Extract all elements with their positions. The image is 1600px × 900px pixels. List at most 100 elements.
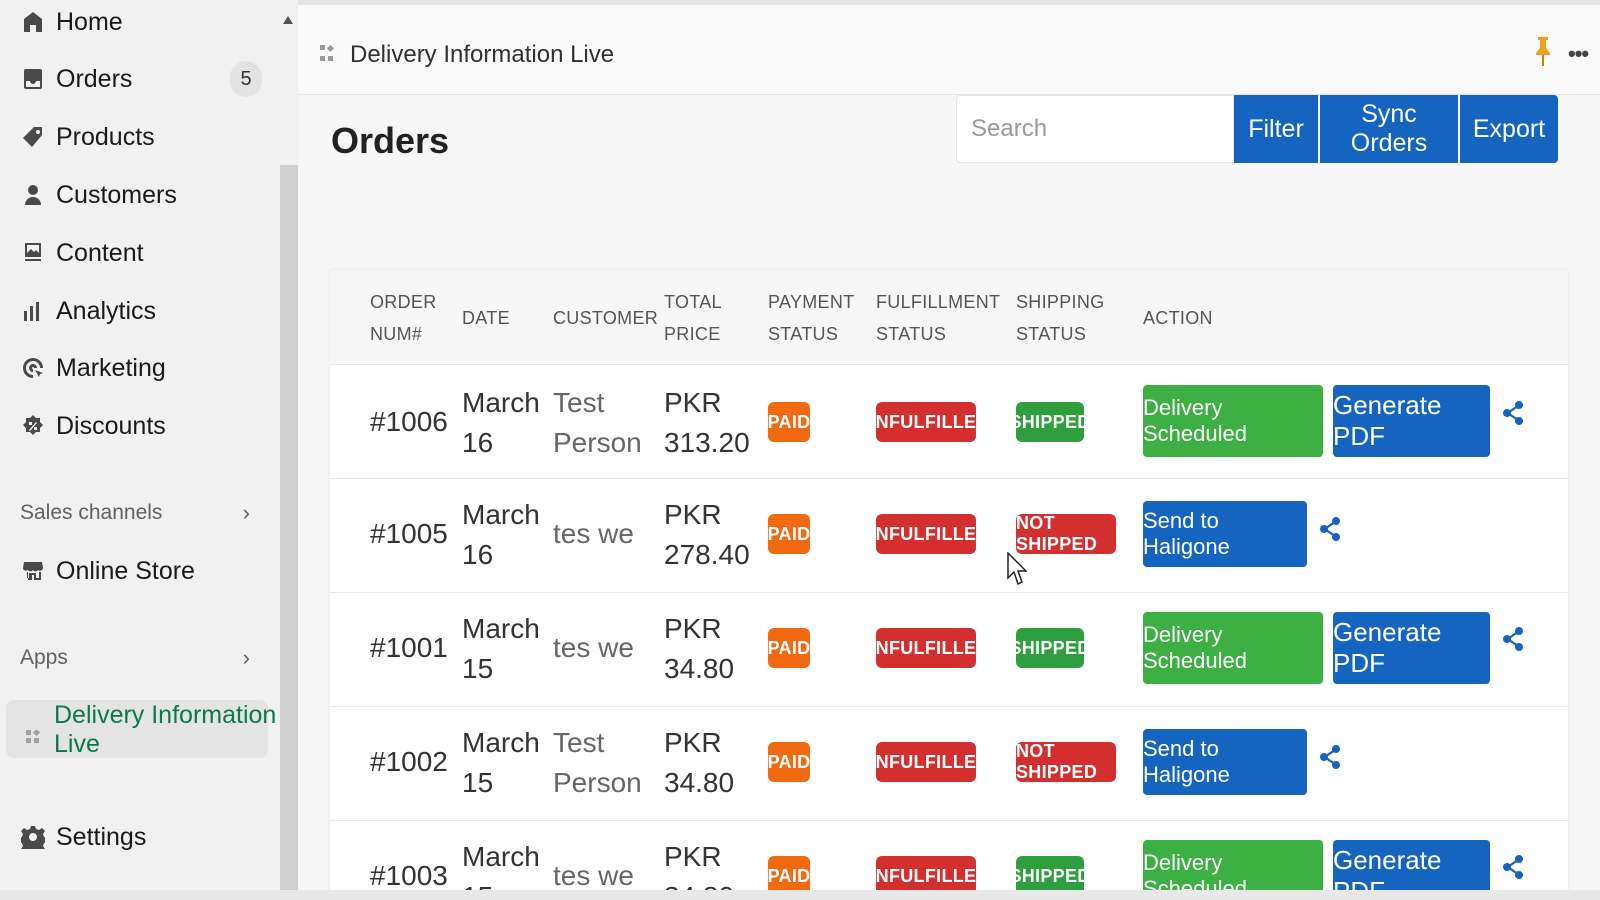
total-price: PKR 278.40 [664, 499, 750, 570]
payment-status-badge: PAID [768, 628, 810, 668]
orders-table: ORDER NUM# DATE CUSTOMER TOTAL PRICE PAYME… [330, 270, 1568, 900]
pin-icon[interactable] [1533, 37, 1553, 72]
table-row: #1006 March 16 Test Person PKR 313.20 PAID … [330, 365, 1568, 479]
sidebar-item-label: Home [56, 7, 123, 36]
payment-status-badge: PAID [768, 514, 810, 554]
sidebar-item-label: Delivery Information Live [54, 701, 277, 758]
fulfillment-status-badge: UNFULFILLED [862, 742, 989, 782]
shipping-status-badge: NOT SHIPPED [1016, 741, 1116, 782]
home-icon [20, 9, 46, 35]
app-grid-icon [26, 722, 41, 743]
chevron-right-icon: › [242, 500, 250, 525]
app-title: Delivery Information Live [350, 41, 615, 68]
customer-name: Test Person [553, 387, 642, 458]
sidebar-item-orders[interactable]: Orders 5 [20, 59, 270, 99]
app-grid-icon [320, 44, 335, 68]
payment-status-badge: PAID [768, 402, 810, 442]
app-header: Delivery Information Live ••• [298, 0, 1600, 95]
order-number[interactable]: #1001 [370, 628, 448, 668]
order-date: March 16 [462, 499, 540, 570]
send-to-haligone-button[interactable]: Send to Haligone [1143, 729, 1307, 795]
order-number[interactable]: #1006 [370, 402, 448, 442]
filter-button[interactable]: Filter [1234, 95, 1318, 163]
col-shipping-status: SHIPPING STATUS [1016, 292, 1105, 344]
col-action: ACTION [1143, 308, 1213, 328]
export-button[interactable]: Export [1460, 95, 1558, 163]
tag-icon [20, 124, 46, 150]
share-icon[interactable] [1502, 627, 1524, 651]
fulfillment-status-badge: UNFULFILLED [862, 628, 989, 668]
sidebar-item-online-store[interactable]: Online Store [20, 551, 270, 591]
page-title: Orders [331, 120, 450, 161]
generate-pdf-button[interactable]: Generate PDF [1333, 612, 1490, 684]
sidebar-item-label: Orders [56, 64, 133, 93]
customer-name: tes we [553, 632, 634, 663]
store-icon [20, 558, 46, 584]
sales-channels-label: Sales channels [20, 501, 163, 524]
main-content: Orders Filter Sync Orders Export ORDERNU… [298, 95, 1600, 900]
sidebar-item-label: Analytics [56, 296, 157, 325]
sidebar-item-discounts[interactable]: Discounts [20, 406, 270, 446]
bar-chart-icon [20, 298, 46, 324]
fulfillment-status-badge: UNFULFILLED [862, 514, 989, 554]
sidebar-item-content[interactable]: Content [20, 233, 270, 273]
content-icon [20, 240, 46, 266]
col-order-num: ORDER NUM# [370, 292, 437, 344]
col-payment-status: PAYMENT STATUS [768, 292, 855, 344]
sidebar-item-home[interactable]: Home [20, 2, 270, 42]
sync-orders-button[interactable]: Sync Orders [1320, 95, 1458, 163]
chevron-right-icon: › [242, 645, 250, 670]
share-icon[interactable] [1502, 855, 1524, 879]
sidebar-item-customers[interactable]: Customers [20, 175, 270, 215]
order-date: March15 [462, 727, 540, 798]
target-icon [20, 355, 46, 381]
payment-status-badge: PAID [768, 742, 810, 782]
total-price: PKR 313.20 [664, 387, 750, 458]
sidebar-item-label: Products [56, 122, 155, 151]
orders-count-badge: 5 [230, 61, 262, 97]
sales-channels-header[interactable]: Sales channels › [20, 496, 250, 530]
total-price: PKR34.80 [664, 613, 735, 684]
table-row: #1005 March 16 tes we PKR 278.40 PAID UNFU… [330, 479, 1568, 593]
sidebar-item-label: Marketing [56, 353, 166, 382]
sidebar-item-label: Online Store [56, 556, 195, 585]
scroll-up-arrow-icon[interactable] [283, 16, 293, 24]
sidebar-scrollbar-thumb[interactable] [280, 165, 298, 900]
share-icon[interactable] [1319, 517, 1341, 541]
generate-pdf-button[interactable]: Generate PDF [1333, 385, 1490, 457]
share-icon[interactable] [1502, 401, 1524, 425]
sidebar-item-products[interactable]: Products [20, 117, 270, 157]
gear-icon [20, 824, 46, 850]
search-input[interactable] [956, 95, 1234, 163]
discount-icon [20, 413, 46, 439]
customer-name: Test Person [553, 727, 642, 798]
delivery-scheduled-button[interactable]: Delivery Scheduled [1143, 385, 1323, 457]
send-to-haligone-button[interactable]: Send to Haligone [1143, 501, 1307, 567]
table-row: #1002 March 15 Test Person PKR 34.80 PAID U… [330, 707, 1568, 821]
share-icon[interactable] [1319, 745, 1341, 769]
order-number[interactable]: #1002 [370, 742, 448, 782]
col-customer: CUSTOMER [553, 308, 659, 328]
bottom-border [0, 890, 1600, 900]
sidebar-item-label: Settings [56, 822, 147, 851]
orders-icon [20, 66, 46, 92]
col-total-price: TOTAL PRICE [664, 292, 722, 344]
table-row: #1001 March 15 tes we PKR 34.80 PAID UNFUL… [330, 593, 1568, 707]
sidebar-item-settings[interactable]: Settings [20, 817, 270, 857]
apps-header[interactable]: Apps › [20, 641, 250, 675]
sidebar-item-analytics[interactable]: Analytics [20, 291, 270, 331]
order-number[interactable]: #1005 [370, 514, 448, 554]
sidebar-item-label: Discounts [56, 411, 166, 440]
sidebar-item-label: Customers [56, 180, 177, 209]
more-options-icon[interactable]: ••• [1568, 41, 1589, 67]
mouse-cursor-icon [1007, 552, 1027, 586]
col-fulfillment-status: FULFILLMENT STATUS [876, 292, 1001, 344]
delivery-scheduled-button[interactable]: Delivery Scheduled [1143, 612, 1323, 684]
apps-label: Apps [20, 646, 68, 669]
sidebar: Home Orders 5 Products Customers Content… [0, 0, 280, 900]
sidebar-item-marketing[interactable]: Marketing [20, 348, 270, 388]
sidebar-item-delivery-information-live[interactable]: Delivery Information Live [26, 701, 280, 758]
table-row: #1003 March15 tes we PKR34.80 PAID UNFUL… [330, 821, 1568, 900]
order-date: March15 [462, 613, 540, 684]
person-icon [20, 182, 46, 208]
